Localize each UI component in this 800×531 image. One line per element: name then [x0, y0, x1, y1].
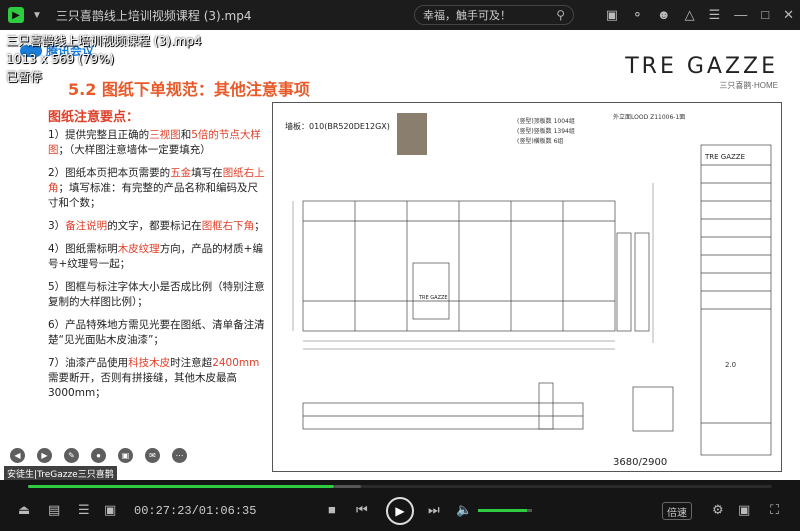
- material-swatch: [397, 113, 427, 155]
- volume-icon[interactable]: 🔈: [456, 502, 472, 518]
- player-controls: ⏏ ▤ ☰ ▣ 00:27:23/01:06:35 ■ ⏮ ▶ ⏭ 🔈 倍速 ⚙…: [0, 492, 800, 531]
- speed-button[interactable]: 倍速: [662, 502, 692, 520]
- previous-icon[interactable]: ⏮: [356, 502, 368, 518]
- volume-slider[interactable]: [478, 509, 532, 512]
- point-item: 3）备注说明的文字，都要标记在图框右下角；: [48, 220, 265, 232]
- panel-logo: TRE GAZZE: [418, 295, 448, 301]
- brand-logo: TRE GAZZE 三只喜鹊·HOME: [625, 54, 778, 91]
- notification-icon[interactable]: ⚬: [632, 7, 643, 23]
- minimize-icon[interactable]: —: [734, 7, 747, 23]
- pen-icon[interactable]: ✎: [64, 448, 79, 463]
- menu-chevron-icon[interactable]: ▼: [32, 10, 42, 21]
- playback-info-overlay: 三只喜鹊线上培训视频课程 (3).mp4 1013 x 569 (79%) 已暂…: [6, 32, 202, 86]
- app-logo-icon[interactable]: ▶: [8, 7, 24, 23]
- playlist-icon[interactable]: ☰: [78, 502, 90, 518]
- user-icon[interactable]: ☻: [657, 7, 671, 23]
- point-item: 5）图框与标注字体大小是否成比例（特别注意复制的大样图比例）；: [48, 281, 265, 308]
- point-item: 6）产品特殊地方需见光要在图纸、清单备注清楚“见光面贴木皮油漆”；: [48, 319, 265, 346]
- side-note: (竖型)竖板数 1394组: [517, 127, 575, 135]
- subtitle-icon[interactable]: ▣: [104, 502, 116, 518]
- overlay-filename: 三只喜鹊线上培训视频课程 (3).mp4: [6, 34, 202, 48]
- skin-icon[interactable]: △: [685, 7, 695, 23]
- title-block-brand: TRE GAZZE: [704, 153, 745, 161]
- dimension-lines: [292, 183, 654, 350]
- video-frame[interactable]: 腾讯会议 5.2 图纸下单规范：其他注意事项 TRE GAZZE 三只喜鹊·HO…: [0, 30, 800, 480]
- settings-icon[interactable]: ⚙: [712, 502, 724, 518]
- play-button[interactable]: ▶: [386, 497, 414, 525]
- brand-sub-text: 三只喜鹊·HOME: [719, 81, 778, 90]
- plan-view: [302, 382, 674, 432]
- cad-drawing: 墙板：010(BR520DE12GX) (竖型)顶板数 1004组 (竖型)竖板…: [272, 102, 782, 472]
- stop-icon[interactable]: ■: [328, 502, 336, 517]
- points-heading: 图纸注意要点：: [48, 110, 140, 125]
- close-icon[interactable]: ✕: [783, 7, 794, 23]
- wall-label: 墙板：010(BR520DE12GX): [285, 121, 390, 131]
- time-display: 00:27:23/01:06:35: [134, 504, 257, 518]
- note-right: 外立面LOOD Z11006-1面: [613, 113, 685, 121]
- next-icon[interactable]: ⏭: [428, 502, 440, 518]
- screenshot-capture-icon[interactable]: ▣: [738, 502, 750, 518]
- fullscreen-icon[interactable]: ⛶: [770, 502, 779, 518]
- eject-icon[interactable]: ⏏: [18, 502, 30, 518]
- window-title: 三只喜鹊线上培训视频课程 (3).mp4: [55, 8, 252, 23]
- overlay-status: 已暂停: [6, 70, 43, 84]
- key-points: 图纸注意要点： 1）提供完整且正确的三视图和5倍的节点大样图；（大样图注意墙体一…: [48, 110, 268, 409]
- search-box[interactable]: 幸福，触手可及！ ⚲: [414, 5, 574, 25]
- laser-icon[interactable]: ●: [91, 448, 106, 463]
- progress-track[interactable]: [28, 485, 772, 488]
- menu-icon[interactable]: ☰: [709, 7, 721, 23]
- dimension-label: 3680/2900: [613, 457, 667, 468]
- progress-bar[interactable]: [0, 480, 800, 492]
- brand-main-text: TRE GAZZE: [625, 54, 778, 79]
- side-note: (竖型)横板数 6组: [517, 137, 563, 145]
- search-icon[interactable]: ⚲: [556, 8, 565, 22]
- revision-label: 2.0: [725, 361, 736, 369]
- chat-icon[interactable]: ✉: [145, 448, 160, 463]
- cad-drawing-svg: 墙板：010(BR520DE12GX) (竖型)顶板数 1004组 (竖型)竖板…: [285, 113, 772, 468]
- point-item: 4）图纸需标明木皮纹理方向，产品的材质+编号+纹理号一起；: [48, 243, 263, 270]
- volume-fill: [478, 509, 527, 512]
- point-item: 1）提供完整且正确的三视图和5倍的节点大样图；（大样图注意墙体一定要填充）: [48, 129, 261, 156]
- file-open-icon[interactable]: ▤: [48, 502, 60, 518]
- elevation-view: [302, 200, 650, 332]
- more-icon[interactable]: ⋯: [172, 448, 187, 463]
- side-note: (竖型)顶板数 1004组: [517, 117, 575, 125]
- camera-icon[interactable]: ▣: [118, 448, 133, 463]
- screenshot-icon[interactable]: ▣: [606, 7, 618, 23]
- maximize-icon[interactable]: □: [761, 7, 769, 23]
- play-icon: ▶: [395, 504, 405, 518]
- search-placeholder: 幸福，触手可及！: [423, 9, 511, 22]
- meeting-toolbar: ◀ ▶ ✎ ● ▣ ✉ ⋯: [10, 448, 187, 463]
- prev-slide-icon[interactable]: ◀: [10, 448, 25, 463]
- overlay-resolution: 1013 x 569 (79%): [6, 52, 115, 66]
- progress-fill: [28, 485, 334, 488]
- point-item: 2）图纸本页把本页需要的五金填写在图纸右上角；填写标准：有完整的产品名称和编码及…: [48, 167, 265, 209]
- point-item: 7）油漆产品使用科技木皮时注意超2400mm需要断开，否则有拼接缝，其他木皮最高…: [48, 357, 260, 399]
- ticker-text: 安徒生|TreGazze三只喜鹊: [4, 466, 117, 480]
- title-bar: ▶ ▼ 三只喜鹊线上培训视频课程 (3).mp4 幸福，触手可及！ ⚲ ▣ ⚬ …: [0, 0, 800, 30]
- buffered-range: [333, 485, 362, 488]
- next-slide-icon[interactable]: ▶: [37, 448, 52, 463]
- title-block: [700, 144, 772, 456]
